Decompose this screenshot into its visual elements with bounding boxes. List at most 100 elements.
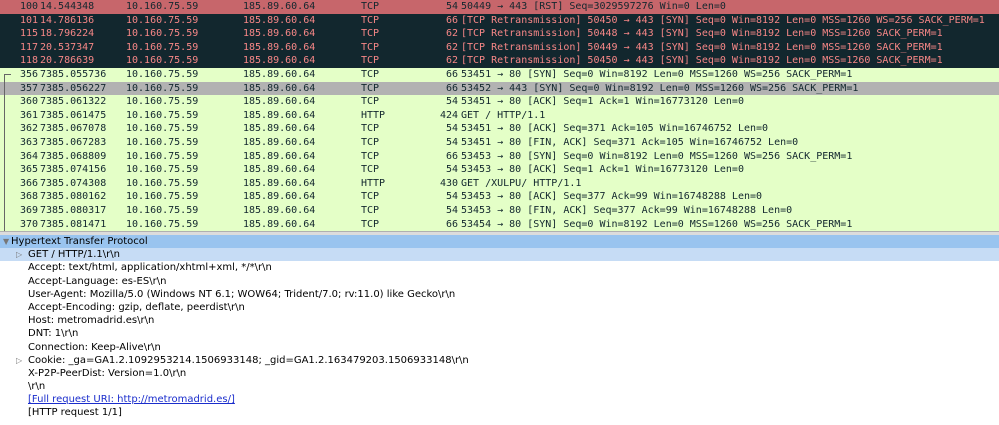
packet-time: 7385.067078 bbox=[40, 123, 107, 135]
expanded-triangle-icon[interactable]: ▼ bbox=[3, 235, 9, 248]
packet-length: 62 bbox=[445, 28, 458, 40]
packet-row[interactable]: 365 7385.074156 10.160.75.59 185.89.60.64 TC… bbox=[0, 163, 999, 177]
packet-row[interactable]: 115 18.796224 10.160.75.59 185.89.60.64 TCP 6… bbox=[0, 27, 999, 41]
detail-field[interactable]: Host: metromadrid.es\r\n bbox=[0, 314, 999, 327]
detail-text: X-P2P-PeerDist: Version=1.0\r\n bbox=[28, 367, 187, 379]
detail-field[interactable]: User-Agent: Mozilla/5.0 (Windows NT 6.1;… bbox=[0, 288, 999, 301]
packet-source: 10.160.75.59 bbox=[126, 82, 199, 94]
request-line[interactable]: ▷ GET / HTTP/1.1\r\n bbox=[0, 248, 999, 262]
packet-row[interactable]: 368 7385.080162 10.160.75.59 185.89.60.64 TC… bbox=[0, 190, 999, 204]
packet-row[interactable]: 366 7385.074308 10.160.75.59 185.89.60.64 HT… bbox=[0, 176, 999, 191]
detail-field[interactable]: Accept-Language: es-ES\r\n bbox=[0, 275, 999, 288]
packet-source: 10.160.75.59 bbox=[126, 164, 199, 176]
packet-destination: 185.89.60.64 bbox=[243, 68, 316, 80]
packet-info: [TCP Retransmission] 50449 → 443 [SYN] S… bbox=[461, 41, 943, 53]
detail-text: Accept-Language: es-ES\r\n bbox=[28, 275, 167, 287]
detail-field[interactable]: DNT: 1\r\n bbox=[0, 327, 999, 340]
detail-text: Accept-Encoding: gzip, deflate, peerdist… bbox=[28, 301, 245, 313]
packet-row[interactable]: 360 7385.061322 10.160.75.59 185.89.60.64 TC… bbox=[0, 95, 999, 109]
packet-time: 7385.056227 bbox=[40, 82, 107, 94]
packet-row[interactable]: 117 20.537347 10.160.75.59 185.89.60.64 TCP 6… bbox=[0, 40, 999, 55]
packet-row[interactable]: 357 7385.056227 10.160.75.59 185.89.60.64 TC… bbox=[0, 81, 999, 96]
detail-text: \r\n bbox=[28, 381, 46, 393]
packet-time: 18.796224 bbox=[40, 28, 95, 40]
packet-time: 7385.061475 bbox=[40, 109, 107, 121]
packet-row[interactable]: 369 7385.080317 10.160.75.59 185.89.60.64 TC… bbox=[0, 203, 999, 218]
packet-number: 118 bbox=[19, 55, 38, 67]
detail-field[interactable]: Connection: Keep-Alive\r\n bbox=[0, 341, 999, 354]
packet-row[interactable]: 363 7385.067283 10.160.75.59 185.89.60.64 TC… bbox=[0, 135, 999, 150]
packet-source: 10.160.75.59 bbox=[126, 218, 199, 230]
packet-destination: 185.89.60.64 bbox=[243, 96, 316, 108]
packet-protocol: TCP bbox=[361, 82, 380, 94]
packet-length: 54 bbox=[445, 204, 458, 216]
packet-row[interactable]: 362 7385.067078 10.160.75.59 185.89.60.64 TC… bbox=[0, 122, 999, 136]
packet-source: 10.160.75.59 bbox=[126, 150, 199, 162]
packet-row[interactable]: 370 7385.081471 10.160.75.59 185.89.60.64 TC… bbox=[0, 217, 999, 231]
packet-destination: 185.89.60.64 bbox=[243, 136, 316, 148]
packet-time: 7385.067283 bbox=[40, 136, 107, 148]
detail-field[interactable]: X-P2P-PeerDist: Version=1.0\r\n bbox=[0, 367, 999, 380]
packet-time: 7385.055736 bbox=[40, 68, 107, 80]
detail-field[interactable]: \r\n bbox=[0, 380, 999, 393]
packet-number: 115 bbox=[19, 28, 38, 40]
full-request-uri-link[interactable]: [Full request URI: http://metromadrid.es… bbox=[28, 393, 235, 406]
packet-time: 7385.074308 bbox=[40, 177, 107, 189]
packet-number: 364 bbox=[19, 150, 38, 162]
packet-source: 10.160.75.59 bbox=[126, 41, 199, 53]
packet-source: 10.160.75.59 bbox=[126, 136, 199, 148]
packet-row[interactable]: 361 7385.061475 10.160.75.59 185.89.60.64 HT… bbox=[0, 108, 999, 123]
packet-details-tree[interactable]: ▼ Hypertext Transfer Protocol ▷ GET / HTTP/… bbox=[0, 235, 999, 425]
packet-number: 356 bbox=[19, 68, 38, 80]
packet-length: 62 bbox=[445, 55, 458, 67]
packet-protocol: TCP bbox=[361, 136, 380, 148]
detail-field[interactable]: Accept-Encoding: gzip, deflate, peerdist… bbox=[0, 301, 999, 314]
packet-info: 53451 → 80 [ACK] Seq=371 Ack=105 Win=167… bbox=[461, 123, 769, 135]
packet-row[interactable]: 100 14.544348 10.160.75.59 185.89.60.64 TCP 5… bbox=[0, 0, 999, 14]
packet-number: 370 bbox=[19, 218, 38, 230]
packet-source: 10.160.75.59 bbox=[126, 177, 199, 189]
packet-number: 362 bbox=[19, 123, 38, 135]
detail-field[interactable]: [Full request URI: http://metromadrid.es… bbox=[0, 393, 999, 406]
packet-row[interactable]: 356 7385.055736 10.160.75.59 185.89.60.64 TC… bbox=[0, 67, 999, 83]
packet-row[interactable]: 118 20.786639 10.160.75.59 185.89.60.64 TCP 6… bbox=[0, 54, 999, 68]
packet-number: 366 bbox=[19, 177, 38, 189]
packet-length: 424 bbox=[439, 109, 458, 121]
packet-length: 66 bbox=[445, 82, 458, 94]
packet-destination: 185.89.60.64 bbox=[243, 14, 316, 26]
packet-row[interactable]: 101 14.786136 10.160.75.59 185.89.60.64 TCP 6… bbox=[0, 13, 999, 28]
packet-destination: 185.89.60.64 bbox=[243, 164, 316, 176]
packet-protocol: TCP bbox=[361, 204, 380, 216]
packet-row[interactable]: 364 7385.068809 10.160.75.59 185.89.60.64 TC… bbox=[0, 149, 999, 164]
packet-protocol: TCP bbox=[361, 191, 380, 203]
packet-list[interactable]: 100 14.544348 10.160.75.59 185.89.60.64 TCP 5… bbox=[0, 0, 999, 231]
packet-protocol: TCP bbox=[361, 14, 380, 26]
packet-info: 53451 → 80 [ACK] Seq=1 Ack=1 Win=1677312… bbox=[461, 96, 744, 108]
packet-number: 100 bbox=[19, 1, 38, 12]
packet-length: 54 bbox=[445, 96, 458, 108]
packet-number: 357 bbox=[19, 82, 38, 94]
packet-info: 53453 → 80 [SYN] Seq=0 Win=8192 Len=0 MS… bbox=[461, 150, 853, 162]
packet-length: 66 bbox=[445, 68, 458, 80]
detail-field[interactable]: [HTTP request 1/1] bbox=[0, 406, 999, 419]
packet-destination: 185.89.60.64 bbox=[243, 177, 316, 189]
collapsed-triangle-icon[interactable]: ▷ bbox=[16, 354, 22, 367]
packet-length: 66 bbox=[445, 14, 458, 26]
detail-text: User-Agent: Mozilla/5.0 (Windows NT 6.1;… bbox=[28, 288, 456, 300]
packet-time: 7385.081471 bbox=[40, 218, 107, 230]
packet-time: 7385.080162 bbox=[40, 191, 107, 203]
detail-field[interactable]: ▷ Cookie: _ga=GA1.2.1092953214.1506933148… bbox=[0, 354, 999, 367]
packet-destination: 185.89.60.64 bbox=[243, 204, 316, 216]
packet-number: 117 bbox=[19, 41, 38, 53]
packet-info: [TCP Retransmission] 50450 → 443 [SYN] S… bbox=[461, 14, 985, 26]
packet-destination: 185.89.60.64 bbox=[243, 218, 316, 230]
packet-length: 54 bbox=[445, 123, 458, 135]
packet-source: 10.160.75.59 bbox=[126, 204, 199, 216]
protocol-header[interactable]: ▼ Hypertext Transfer Protocol bbox=[0, 235, 999, 249]
detail-field[interactable]: Accept: text/html, application/xhtml+xml… bbox=[0, 261, 999, 274]
packet-info: 53454 → 80 [SYN] Seq=0 Win=8192 Len=0 MS… bbox=[461, 218, 853, 230]
packet-destination: 185.89.60.64 bbox=[243, 82, 316, 94]
packet-number: 368 bbox=[19, 191, 38, 203]
collapsed-triangle-icon[interactable]: ▷ bbox=[16, 248, 22, 261]
packet-length: 54 bbox=[445, 164, 458, 176]
